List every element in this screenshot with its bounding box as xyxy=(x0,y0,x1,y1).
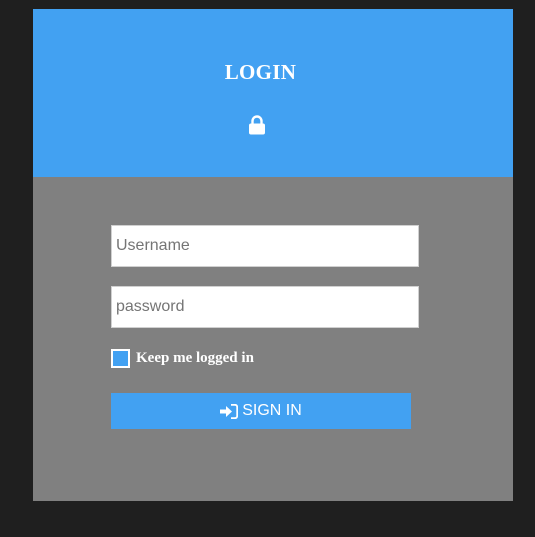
sign-in-icon xyxy=(220,403,239,419)
sign-in-button[interactable]: SIGN IN xyxy=(111,393,411,429)
login-title: LOGIN xyxy=(224,60,297,84)
lock-icon xyxy=(249,115,265,135)
remember-me-checkbox[interactable] xyxy=(111,348,130,368)
remember-me-row[interactable]: Keep me logged in xyxy=(111,348,254,368)
login-card: LOGIN Keep me logged in SIGN IN xyxy=(33,9,513,501)
remember-me-label[interactable]: Keep me logged in xyxy=(136,350,254,367)
username-input[interactable] xyxy=(111,225,419,267)
login-header: LOGIN xyxy=(33,9,513,177)
sign-in-label: SIGN IN xyxy=(242,402,302,419)
password-input[interactable] xyxy=(111,286,419,328)
